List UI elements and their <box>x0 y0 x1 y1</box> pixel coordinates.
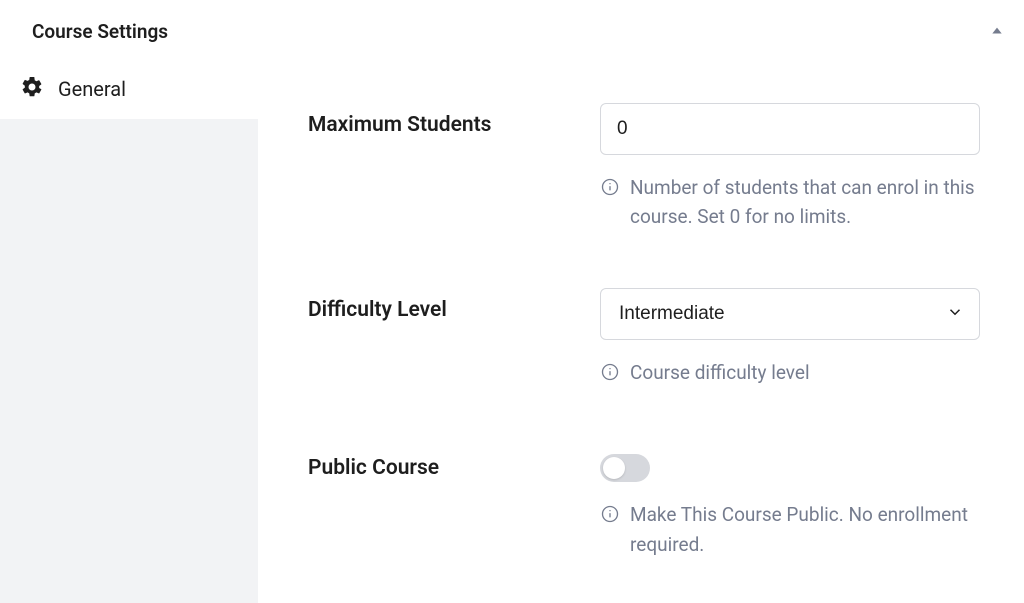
field-difficulty: Difficulty Level Intermediate Course dif… <box>308 288 984 390</box>
gear-icon <box>20 75 44 103</box>
difficulty-select-wrap: Intermediate <box>600 288 980 340</box>
field-max-students: Maximum Students Number of students that… <box>308 103 984 232</box>
panel-header: Course Settings <box>0 0 1024 63</box>
info-icon <box>600 176 620 205</box>
max-students-helper: Number of students that can enrol in thi… <box>600 173 980 232</box>
difficulty-helper-text: Course difficulty level <box>630 358 810 387</box>
max-students-label: Maximum Students <box>308 103 568 137</box>
difficulty-label: Difficulty Level <box>308 288 568 322</box>
sidebar-item-label: General <box>58 77 126 101</box>
body-wrap: General Maximum Students Number of stude… <box>0 63 1024 603</box>
collapse-toggle[interactable] <box>990 22 1004 41</box>
info-icon <box>600 361 620 390</box>
difficulty-select[interactable]: Intermediate <box>600 288 980 340</box>
sidebar-item-general[interactable]: General <box>0 63 258 115</box>
main-content: Maximum Students Number of students that… <box>258 63 1024 603</box>
max-students-helper-text: Number of students that can enrol in thi… <box>630 173 980 232</box>
field-public-course: Public Course Make This Course Public. N… <box>308 446 984 559</box>
toggle-knob <box>603 457 625 479</box>
public-course-helper: Make This Course Public. No enrollment r… <box>600 500 980 559</box>
info-icon <box>600 503 620 532</box>
difficulty-control: Intermediate Course difficulty level <box>600 288 980 390</box>
max-students-control: Number of students that can enrol in thi… <box>600 103 980 232</box>
public-course-label: Public Course <box>308 446 568 480</box>
public-course-helper-text: Make This Course Public. No enrollment r… <box>630 500 980 559</box>
public-course-control: Make This Course Public. No enrollment r… <box>600 446 980 559</box>
difficulty-helper: Course difficulty level <box>600 358 980 390</box>
panel-title: Course Settings <box>32 20 168 43</box>
max-students-input[interactable] <box>600 103 980 155</box>
caret-up-icon <box>990 23 1004 37</box>
sidebar: General <box>0 63 258 603</box>
public-course-toggle[interactable] <box>600 454 650 482</box>
sidebar-empty-area <box>0 119 258 603</box>
